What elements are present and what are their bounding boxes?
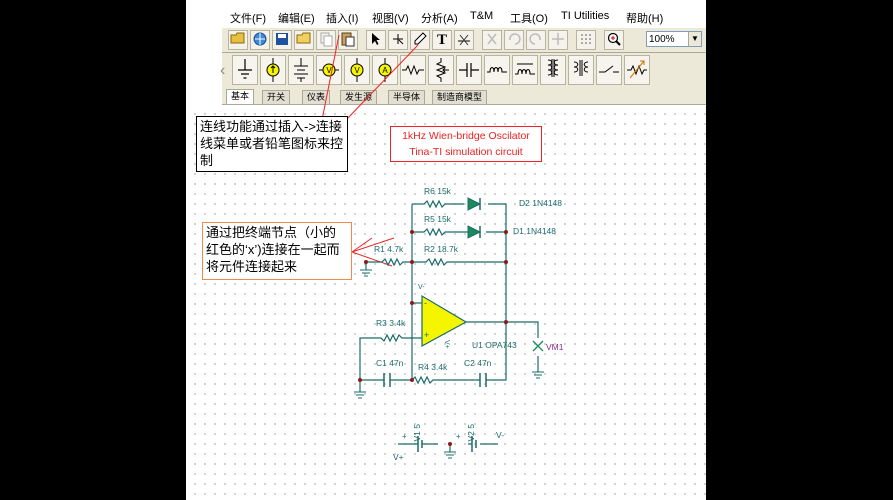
r2-label: R2 18.7k — [424, 244, 459, 254]
c1-label: C1 47n — [376, 358, 404, 368]
d1-label: D1 1N4148 — [513, 226, 557, 236]
r6-label: R6 15k — [424, 186, 451, 196]
d1-diode-icon — [467, 225, 482, 239]
c2-label: C2 47n — [464, 358, 492, 368]
tina-ti-window: 文件(F) 编辑(E) 插入(I) 视图(V) 分析(A) T&M 工具(O) … — [186, 0, 706, 500]
wire-function-note: 连线功能通过插入->连接线菜单或者铅笔图标来控制 — [196, 116, 348, 172]
vplus-label: V+ — [393, 452, 404, 462]
d2-diode-icon — [467, 197, 482, 211]
r3-label: R3 3.4k — [376, 318, 406, 328]
vm1-node-icon — [532, 340, 544, 352]
opamp-vminus-tag: V- — [418, 284, 425, 291]
u1-label: U1 OPA743 — [472, 340, 517, 350]
d2-right-wire — [488, 203, 507, 262]
r1-label: R1 4.7k — [374, 244, 404, 254]
note1-arrow-1 — [321, 34, 340, 121]
v2-plus-pin: + — [456, 432, 461, 441]
r5-label: R5 15k — [424, 214, 451, 224]
v1-label: V1 5 — [412, 424, 422, 442]
v2-label: V2 5 — [466, 424, 476, 442]
opamp-vplus-tag: V+ — [443, 340, 450, 349]
circuit-title-line2: Tina-TI simulation circuit — [409, 146, 523, 158]
opamp-plus-pin: + — [424, 330, 430, 340]
circuit-title-line1: 1kHz Wien-bridge Oscilator — [402, 130, 530, 142]
note1-arrow-2 — [345, 44, 419, 121]
r6-resistor — [423, 199, 464, 209]
node-connection-note: 通过把终端节点（小的红色的‘x’)连接在一起而将元件连接起来 — [202, 222, 352, 280]
v1-plus-pin: + — [402, 432, 407, 441]
circuit-title-box: 1kHz Wien-bridge Oscilator Tina-TI simul… — [390, 126, 542, 162]
vminus-label: V- — [496, 430, 505, 440]
vm1-label: VM1 — [546, 342, 564, 352]
output-wire — [466, 321, 539, 338]
d2-label: D2 1N4148 — [519, 198, 563, 208]
r4-label: R4 3.4k — [418, 362, 448, 372]
opamp-minus-pin: - — [424, 298, 427, 308]
r5-resistor — [412, 227, 468, 237]
